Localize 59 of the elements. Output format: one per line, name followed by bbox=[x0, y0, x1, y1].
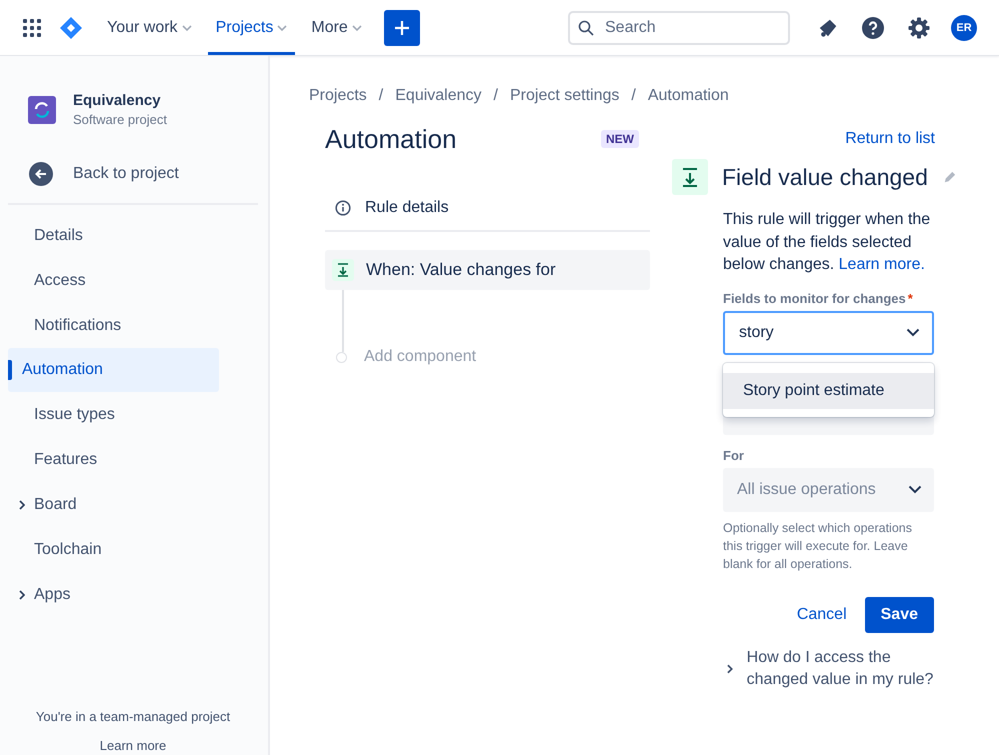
required-mark: * bbox=[908, 290, 913, 306]
cancel-button[interactable]: Cancel bbox=[786, 598, 857, 632]
app-switcher-icon[interactable] bbox=[23, 18, 41, 36]
learn-more-link[interactable]: Learn more bbox=[100, 738, 166, 753]
chevron-down-icon bbox=[906, 328, 920, 337]
return-to-list-link[interactable]: Return to list bbox=[845, 130, 935, 148]
sidebar-item[interactable]: Apps bbox=[8, 572, 258, 617]
search-icon bbox=[578, 20, 594, 36]
chevron-down-icon bbox=[182, 24, 192, 30]
project-name: Equivalency bbox=[73, 92, 162, 109]
info-icon bbox=[335, 200, 351, 216]
project-type: Software project bbox=[73, 112, 167, 127]
save-button[interactable]: Save bbox=[864, 596, 934, 632]
sidebar-item[interactable]: Issue types bbox=[8, 392, 258, 437]
trigger-step[interactable]: When: Value changes for bbox=[325, 250, 650, 290]
search-field[interactable]: Search bbox=[568, 10, 790, 44]
settings-icon[interactable] bbox=[907, 16, 931, 40]
sidebar-item[interactable]: Toolchain bbox=[8, 527, 258, 572]
learn-more-link[interactable]: Learn more. bbox=[838, 256, 925, 273]
project-icon bbox=[28, 96, 56, 124]
breadcrumb-separator: / bbox=[631, 87, 636, 105]
breadcrumb-link[interactable]: Automation bbox=[648, 87, 729, 105]
faq-expander[interactable]: How do I access the changed value in my rule? bbox=[727, 646, 935, 690]
user-avatar[interactable]: ER bbox=[951, 14, 977, 40]
sidebar-item[interactable]: Access bbox=[8, 258, 258, 303]
new-badge: NEW bbox=[601, 130, 639, 148]
page-title: Automation bbox=[325, 124, 457, 154]
chevron-down-icon bbox=[908, 485, 922, 494]
nav-menu-tab[interactable]: More bbox=[303, 0, 370, 55]
breadcrumb-link[interactable]: Project settings bbox=[510, 87, 620, 105]
sidebar-item[interactable]: Notifications bbox=[8, 303, 258, 348]
create-button[interactable] bbox=[384, 10, 420, 46]
nav-menu-tab[interactable]: Your work bbox=[99, 0, 200, 55]
sidebar-item[interactable]: Details bbox=[8, 213, 258, 258]
plus-icon bbox=[394, 20, 410, 36]
dropdown-option[interactable]: Story point estimate bbox=[723, 372, 934, 408]
chevron-right-icon bbox=[727, 664, 733, 674]
help-icon[interactable] bbox=[861, 16, 885, 40]
breadcrumb-link[interactable]: Equivalency bbox=[395, 87, 482, 105]
chevron-right-icon bbox=[19, 500, 25, 510]
sidebar-item[interactable]: Board bbox=[8, 482, 258, 527]
chevron-down-icon bbox=[352, 24, 362, 30]
breadcrumb-link[interactable]: Projects bbox=[309, 87, 367, 105]
breadcrumb-separator: / bbox=[494, 87, 498, 105]
fields-select[interactable]: story bbox=[723, 310, 934, 354]
field-label: For bbox=[723, 448, 745, 462]
chevron-down-icon bbox=[277, 24, 288, 30]
trigger-title: Field value changed bbox=[722, 164, 928, 190]
field-label: Fields to monitor for changes bbox=[723, 290, 906, 306]
diamond-logo-icon[interactable] bbox=[59, 16, 83, 40]
sidebar-item[interactable]: Automation bbox=[8, 348, 219, 392]
help-text: Optionally select which operations this trigger will execute for. Leave blank for all operations. bbox=[723, 520, 913, 572]
team-managed-note: You're in a team-managed project bbox=[36, 709, 230, 724]
breadcrumb-separator: / bbox=[378, 87, 384, 105]
chevron-right-icon bbox=[19, 590, 25, 600]
trigger-description: This rule will trigger when the value of the fields selected below changes. Learn more. bbox=[723, 210, 932, 275]
rule-details-row[interactable]: Rule details bbox=[325, 186, 650, 232]
sidebar-item[interactable]: Features bbox=[8, 437, 258, 482]
back-to-project-link[interactable]: Back to project bbox=[8, 159, 258, 189]
